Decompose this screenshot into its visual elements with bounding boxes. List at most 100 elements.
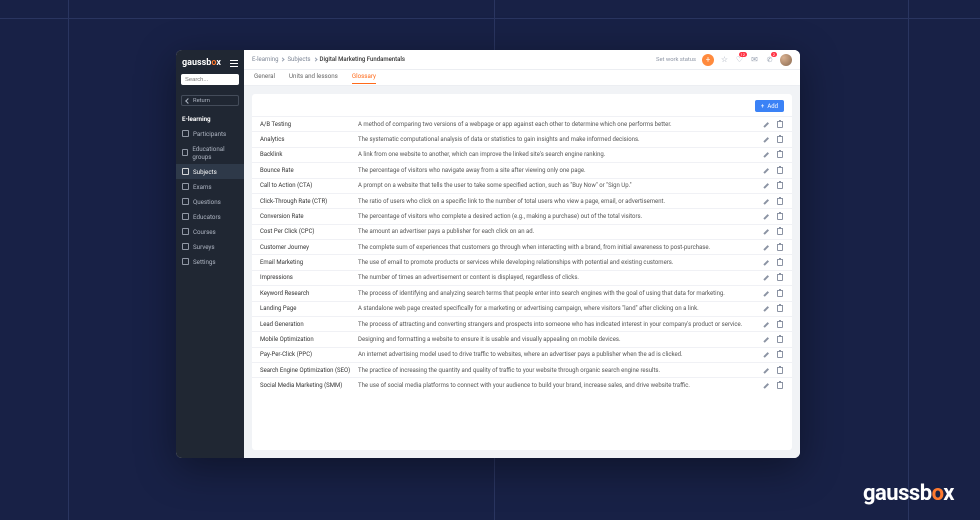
edit-button[interactable] [762, 382, 770, 390]
edit-button[interactable] [762, 366, 770, 374]
trash-icon [777, 228, 783, 235]
delete-button[interactable] [776, 182, 784, 190]
delete-button[interactable] [776, 212, 784, 220]
edit-button[interactable] [762, 166, 770, 174]
delete-button[interactable] [776, 274, 784, 282]
glossary-definition: A prompt on a website that tells the use… [358, 182, 762, 189]
phone-icon[interactable]: ✆2 [765, 55, 774, 64]
table-row: Social Media Marketing (SMM)The use of s… [252, 377, 792, 392]
star-icon[interactable]: ☆ [720, 55, 729, 64]
trash-icon [777, 274, 783, 281]
edit-button[interactable] [762, 335, 770, 343]
edit-button[interactable] [762, 320, 770, 328]
delete-button[interactable] [776, 335, 784, 343]
nav-icon [182, 149, 188, 156]
hamburger-icon[interactable] [230, 60, 238, 67]
trash-icon [777, 321, 783, 328]
edit-button[interactable] [762, 120, 770, 128]
delete-button[interactable] [776, 320, 784, 328]
delete-button[interactable] [776, 382, 784, 390]
edit-button[interactable] [762, 305, 770, 313]
sidebar-item-participants[interactable]: Participants [176, 126, 244, 141]
sidebar-item-subjects[interactable]: Subjects [176, 164, 244, 179]
delete-button[interactable] [776, 243, 784, 251]
delete-button[interactable] [776, 228, 784, 236]
plus-icon: + [761, 103, 764, 110]
avatar[interactable] [780, 54, 792, 66]
add-global-button[interactable]: + [702, 54, 714, 66]
glossary-term: Impressions [260, 274, 358, 281]
edit-button[interactable] [762, 243, 770, 251]
glossary-term: Cost Per Click (CPC) [260, 228, 358, 235]
bell-badge: 12 [739, 52, 748, 57]
edit-button[interactable] [762, 351, 770, 359]
edit-button[interactable] [762, 197, 770, 205]
pencil-icon [763, 167, 770, 174]
glossary-term: Customer Journey [260, 244, 358, 251]
sidebar-item-educational-groups[interactable]: Educational groups [176, 141, 244, 164]
edit-button[interactable] [762, 289, 770, 297]
search-input[interactable] [181, 74, 239, 85]
pencil-icon [763, 259, 770, 266]
edit-button[interactable] [762, 182, 770, 190]
edit-button[interactable] [762, 274, 770, 282]
edit-button[interactable] [762, 136, 770, 144]
row-actions [762, 335, 784, 343]
delete-button[interactable] [776, 259, 784, 267]
glossary-term: Landing Page [260, 305, 358, 312]
edit-button[interactable] [762, 259, 770, 267]
row-actions [762, 197, 784, 205]
delete-button[interactable] [776, 120, 784, 128]
table-row: Bounce RateThe percentage of visitors wh… [252, 162, 792, 177]
breadcrumb-item[interactable]: Subjects [287, 56, 310, 63]
return-button[interactable]: Return [181, 95, 239, 106]
row-actions [762, 212, 784, 220]
nav-icon [182, 213, 189, 220]
delete-button[interactable] [776, 305, 784, 313]
edit-button[interactable] [762, 151, 770, 159]
sidebar-item-exams[interactable]: Exams [176, 179, 244, 194]
delete-button[interactable] [776, 366, 784, 374]
nav-icon [182, 243, 189, 250]
trash-icon [777, 336, 783, 343]
table-row: Click-Through Rate (CTR)The ratio of use… [252, 193, 792, 208]
tab-glossary[interactable]: Glossary [352, 72, 376, 84]
bell-icon[interactable]: ♡12 [735, 55, 744, 64]
trash-icon [777, 244, 783, 251]
delete-button[interactable] [776, 197, 784, 205]
sidebar-item-questions[interactable]: Questions [176, 194, 244, 209]
sidebar-item-label: Educational groups [192, 145, 238, 161]
tabbar: General Units and lessons Glossary [244, 70, 800, 86]
delete-button[interactable] [776, 166, 784, 174]
add-button[interactable]: + Add [755, 100, 784, 112]
sidebar-item-educators[interactable]: Educators [176, 209, 244, 224]
delete-button[interactable] [776, 289, 784, 297]
topbar: E-learningSubjectsDigital Marketing Fund… [244, 50, 800, 70]
glossary-term: Email Marketing [260, 259, 358, 266]
delete-button[interactable] [776, 151, 784, 159]
sidebar-item-courses[interactable]: Courses [176, 224, 244, 239]
trash-icon [777, 182, 783, 189]
chevron-right-icon [313, 57, 317, 61]
sidebar-item-label: Participants [193, 130, 226, 138]
delete-button[interactable] [776, 136, 784, 144]
edit-button[interactable] [762, 212, 770, 220]
table-row: Keyword ResearchThe process of identifyi… [252, 285, 792, 300]
status-text[interactable]: Set work status [656, 57, 696, 63]
trash-icon [777, 121, 783, 128]
mail-icon[interactable]: ✉ [750, 55, 759, 64]
pencil-icon [763, 121, 770, 128]
sidebar-item-surveys[interactable]: Surveys [176, 239, 244, 254]
glossary-term: Click-Through Rate (CTR) [260, 198, 358, 205]
logo: gaussbox [176, 50, 244, 74]
breadcrumb-item[interactable]: E-learning [252, 56, 278, 63]
tab-general[interactable]: General [254, 72, 275, 83]
glossary-definition: The process of attracting and converting… [358, 321, 762, 328]
glossary-term: Conversion Rate [260, 213, 358, 220]
pencil-icon [763, 336, 770, 343]
sidebar-item-settings[interactable]: Settings [176, 254, 244, 269]
edit-button[interactable] [762, 228, 770, 236]
delete-button[interactable] [776, 351, 784, 359]
breadcrumb: E-learningSubjectsDigital Marketing Fund… [252, 56, 405, 63]
tab-units-and-lessons[interactable]: Units and lessons [289, 72, 338, 83]
